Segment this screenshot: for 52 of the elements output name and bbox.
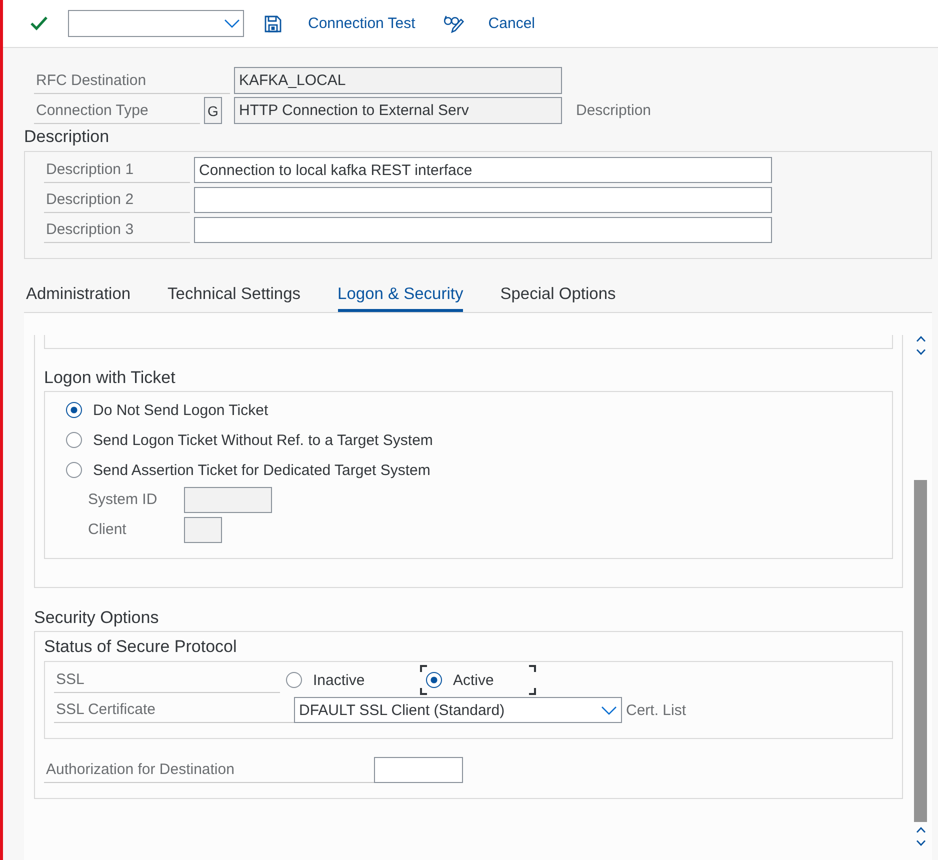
- input-field[interactable]: KAFKA_LOCAL: [234, 67, 562, 94]
- section-title: Description: [24, 127, 110, 147]
- field-label: Description 1: [44, 157, 190, 183]
- field-label: Client: [87, 520, 128, 540]
- connection-test-button[interactable]: Connection Test: [304, 8, 420, 38]
- tab[interactable]: Special Options: [500, 270, 616, 312]
- section-title: Logon with Ticket: [44, 368, 176, 388]
- check-icon[interactable]: [30, 16, 48, 31]
- radio-icon[interactable]: [66, 402, 82, 418]
- type-code-field[interactable]: G: [204, 97, 222, 124]
- cert-list-label: Cert. List: [626, 702, 686, 718]
- scroll-down-icon[interactable]: [916, 349, 926, 355]
- caret-icon: [224, 19, 240, 28]
- field-label: Connection Type: [34, 97, 200, 124]
- field-label: Description 3: [44, 217, 190, 243]
- radio-option[interactable]: Send Logon Ticket Without Ref. to a Target System: [66, 425, 437, 455]
- cancel-button[interactable]: Cancel: [484, 8, 539, 38]
- radio-option[interactable]: Do Not Send Logon Ticket: [66, 395, 272, 425]
- scrollbar-thumb[interactable]: [914, 480, 926, 822]
- input-field[interactable]: HTTP Connection to External Serv: [234, 97, 562, 124]
- field-label: System ID: [87, 490, 158, 510]
- scroll-up-icon[interactable]: [916, 827, 926, 833]
- glasses-pencil-icon[interactable]: [443, 14, 464, 33]
- radio-option[interactable]: Send Assertion Ticket for Dedicated Target System: [66, 455, 434, 485]
- input-field[interactable]: Connection to local kafka REST interface: [194, 157, 772, 183]
- radio-option[interactable]: Inactive: [280, 665, 420, 695]
- section-title: Security Options: [34, 608, 159, 628]
- input-field[interactable]: [374, 757, 463, 783]
- dropdown-field[interactable]: [68, 10, 244, 37]
- tab[interactable]: Technical Settings: [168, 270, 301, 312]
- radio-icon[interactable]: [66, 432, 82, 448]
- radio-icon[interactable]: [426, 672, 442, 688]
- field-label: Authorization for Destination: [44, 757, 374, 783]
- save-icon[interactable]: [264, 14, 282, 32]
- input-field[interactable]: [184, 487, 272, 513]
- input-field[interactable]: [194, 187, 772, 213]
- tab[interactable]: Administration: [26, 270, 131, 312]
- section-title: Status of Secure Protocol: [44, 637, 237, 657]
- caret-icon: [601, 706, 617, 714]
- radio-icon[interactable]: [286, 672, 302, 688]
- input-field[interactable]: [184, 517, 222, 543]
- radio-option[interactable]: Active: [420, 665, 536, 695]
- scroll-down-icon[interactable]: [916, 840, 926, 846]
- input-field[interactable]: [194, 217, 772, 243]
- field-label: SSL Certificate: [54, 697, 294, 723]
- scroll-up-icon[interactable]: [916, 336, 926, 342]
- radio-icon[interactable]: [66, 462, 82, 478]
- trailing-label: Description: [576, 102, 652, 119]
- field-label: SSL: [54, 667, 280, 693]
- field-label: RFC Destination: [34, 67, 230, 94]
- dropdown-field[interactable]: DFAULT SSL Client (Standard): [294, 697, 622, 723]
- field-label: Description 2: [44, 187, 190, 213]
